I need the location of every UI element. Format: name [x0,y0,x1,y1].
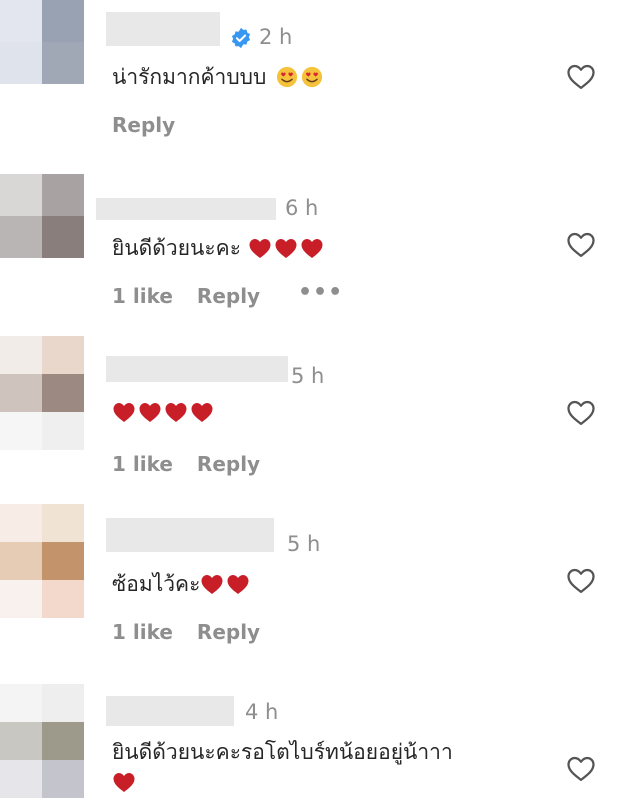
red-heart-emoji-icon [191,403,213,422]
username-redacted[interactable] [106,356,288,382]
avatar-tile [42,336,84,374]
comment-actions: 1 like Reply [112,620,260,644]
avatar-tile [0,504,42,542]
like-count[interactable]: 1 like [112,284,173,308]
avatar-tile [0,216,42,258]
comment-actions: Reply [112,113,175,137]
avatar-tile [42,684,84,722]
comment-text: น่ารักมากค้าบบบ [112,61,323,94]
red-heart-emoji-icon [275,239,297,258]
verified-badge-icon [231,27,251,49]
avatar-tile [0,412,42,450]
red-heart-emoji-icon [139,403,161,422]
avatar-tile [42,174,84,216]
reply-button[interactable]: Reply [197,452,260,476]
heart-outline-icon[interactable] [566,398,596,426]
comment-time: 5 h [287,532,321,556]
username-redacted[interactable] [106,696,234,726]
like-count[interactable]: 1 like [112,452,173,476]
comment-actions: 1 like Reply [112,284,260,308]
username-redacted[interactable] [96,198,276,220]
red-heart-emoji-icon [227,575,249,594]
avatar-tile [42,722,84,760]
avatar-tile [42,580,84,618]
avatar-tile [42,542,84,580]
avatar-tile [42,504,84,542]
username-redacted[interactable] [106,12,220,46]
avatar[interactable] [0,0,84,84]
heart-outline-icon[interactable] [566,230,596,258]
avatar-tile [42,0,84,42]
like-count[interactable]: 1 like [112,620,173,644]
comment-text-body: ยินดีด้วยนะคะ [112,236,241,260]
comment-text-body: ซ้อมไว้คะ [112,572,201,596]
reply-button[interactable]: Reply [197,284,260,308]
avatar-tile [0,374,42,412]
comment-text: ซ้อมไว้คะ [112,568,252,601]
comment-actions: 1 like Reply [112,452,260,476]
heart-outline-icon[interactable] [566,566,596,594]
avatar-tile [0,580,42,618]
red-heart-emoji-icon [113,403,135,422]
comment-text-body: ยินดีด้วยนะคะรอโตไบร์ทน้อยอยู่น้าาา [112,740,453,764]
avatar-tile [0,542,42,580]
avatar-tile [0,684,42,722]
comment-text: ยินดีด้วยนะคะ [112,232,326,265]
avatar-tile [42,42,84,84]
comment-time: 4 h [245,700,279,724]
avatar-tile [42,760,84,798]
avatar[interactable] [0,174,84,258]
avatar-tile [0,174,42,216]
heart-eyes-emoji-icon [301,66,323,88]
comment-time: 6 h [285,196,319,220]
comment-item: 6 h ยินดีด้วยนะคะ 1 like Reply ••• [0,168,624,336]
avatar-tile [42,374,84,412]
red-heart-emoji-icon [113,773,135,792]
comment-time: 2 h [259,25,293,49]
reply-button[interactable]: Reply [112,113,175,137]
avatar-tile [0,722,42,760]
avatar[interactable] [0,684,84,798]
comment-item: 5 h 1 like Reply [0,336,624,504]
heart-outline-icon[interactable] [566,754,596,782]
avatar[interactable] [0,504,84,618]
comment-text-body: น่ารักมากค้าบบบ [112,65,267,89]
avatar[interactable] [0,336,84,450]
username-redacted[interactable] [106,518,274,552]
avatar-tile [0,760,42,798]
red-heart-emoji-icon [201,575,223,594]
avatar-tile [0,336,42,374]
comment-time: 5 h [291,364,325,388]
heart-eyes-emoji-icon [276,66,298,88]
comment-item: 4 h ยินดีด้วยนะคะรอโตไบร์ทน้อยอยู่น้าาา [0,672,624,800]
comment-text-wrap [112,770,138,794]
avatar-tile [0,0,42,42]
red-heart-emoji-icon [165,403,187,422]
red-heart-emoji-icon [249,239,271,258]
comment-text: ยินดีด้วยนะคะรอโตไบร์ทน้อยอยู่น้าาา [112,736,453,769]
comment-item: 5 h ซ้อมไว้คะ 1 like Reply [0,504,624,672]
reply-button[interactable]: Reply [197,620,260,644]
avatar-tile [0,42,42,84]
red-heart-emoji-icon [301,239,323,258]
avatar-tile [42,412,84,450]
more-options-icon[interactable]: ••• [298,280,343,305]
comment-text [112,400,216,424]
avatar-tile [42,216,84,258]
heart-outline-icon[interactable] [566,62,596,90]
comment-item: 2 h น่ารักมากค้าบบบ Reply [0,0,624,168]
